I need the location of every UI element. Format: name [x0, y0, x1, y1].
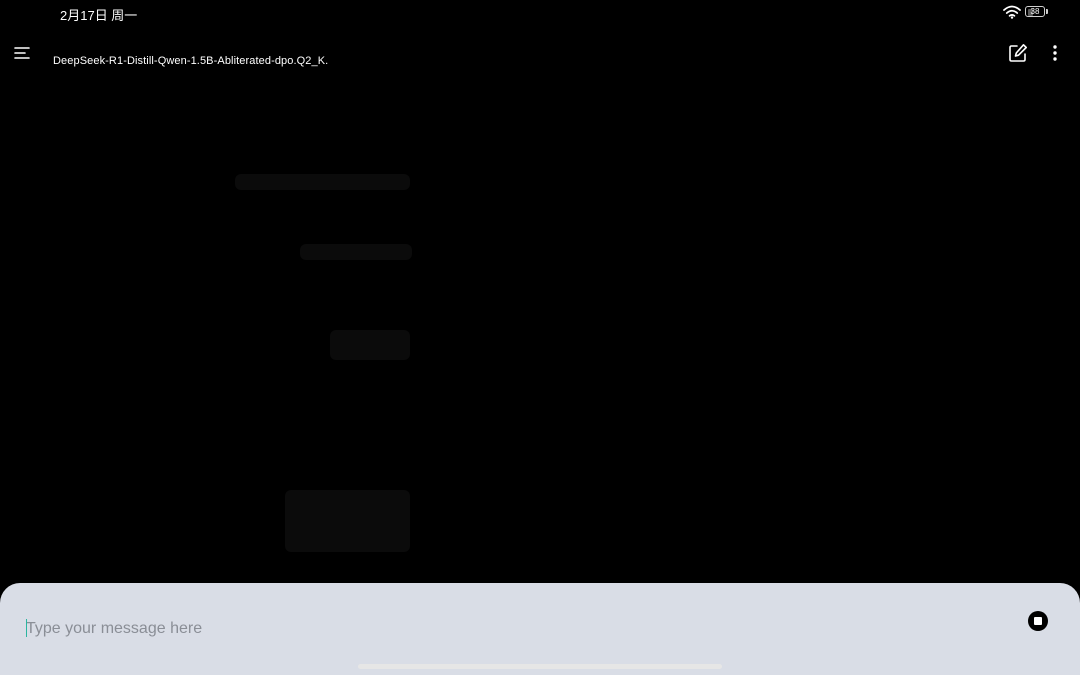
- new-chat-button[interactable]: [1006, 42, 1030, 64]
- stop-button[interactable]: [1028, 611, 1048, 631]
- message-placeholder: [235, 174, 410, 190]
- battery-tip: [1046, 9, 1048, 14]
- message-placeholder: [330, 330, 410, 360]
- message-placeholder: [300, 244, 412, 260]
- model-title: DeepSeek-R1-Distill-Qwen-1.5B-Abliterate…: [53, 55, 329, 67]
- composer-panel: [0, 583, 1080, 675]
- status-bar: 2月17日 周一 38: [0, 0, 1080, 26]
- text-caret: [26, 619, 27, 637]
- more-button[interactable]: [1045, 42, 1065, 64]
- menu-icon: [14, 47, 30, 59]
- more-vertical-icon: [1053, 45, 1057, 61]
- chat-area[interactable]: [0, 80, 1080, 580]
- battery-level: 38: [1030, 7, 1040, 16]
- stop-icon: [1034, 617, 1042, 625]
- home-indicator[interactable]: [358, 664, 722, 669]
- wifi-icon: [1003, 5, 1021, 19]
- edit-icon: [1009, 44, 1027, 62]
- menu-button[interactable]: [10, 42, 34, 64]
- status-time: 2月17日 周一: [60, 8, 138, 23]
- message-input[interactable]: [26, 617, 986, 641]
- battery-icon: 38: [1025, 6, 1051, 19]
- message-placeholder: [285, 490, 410, 552]
